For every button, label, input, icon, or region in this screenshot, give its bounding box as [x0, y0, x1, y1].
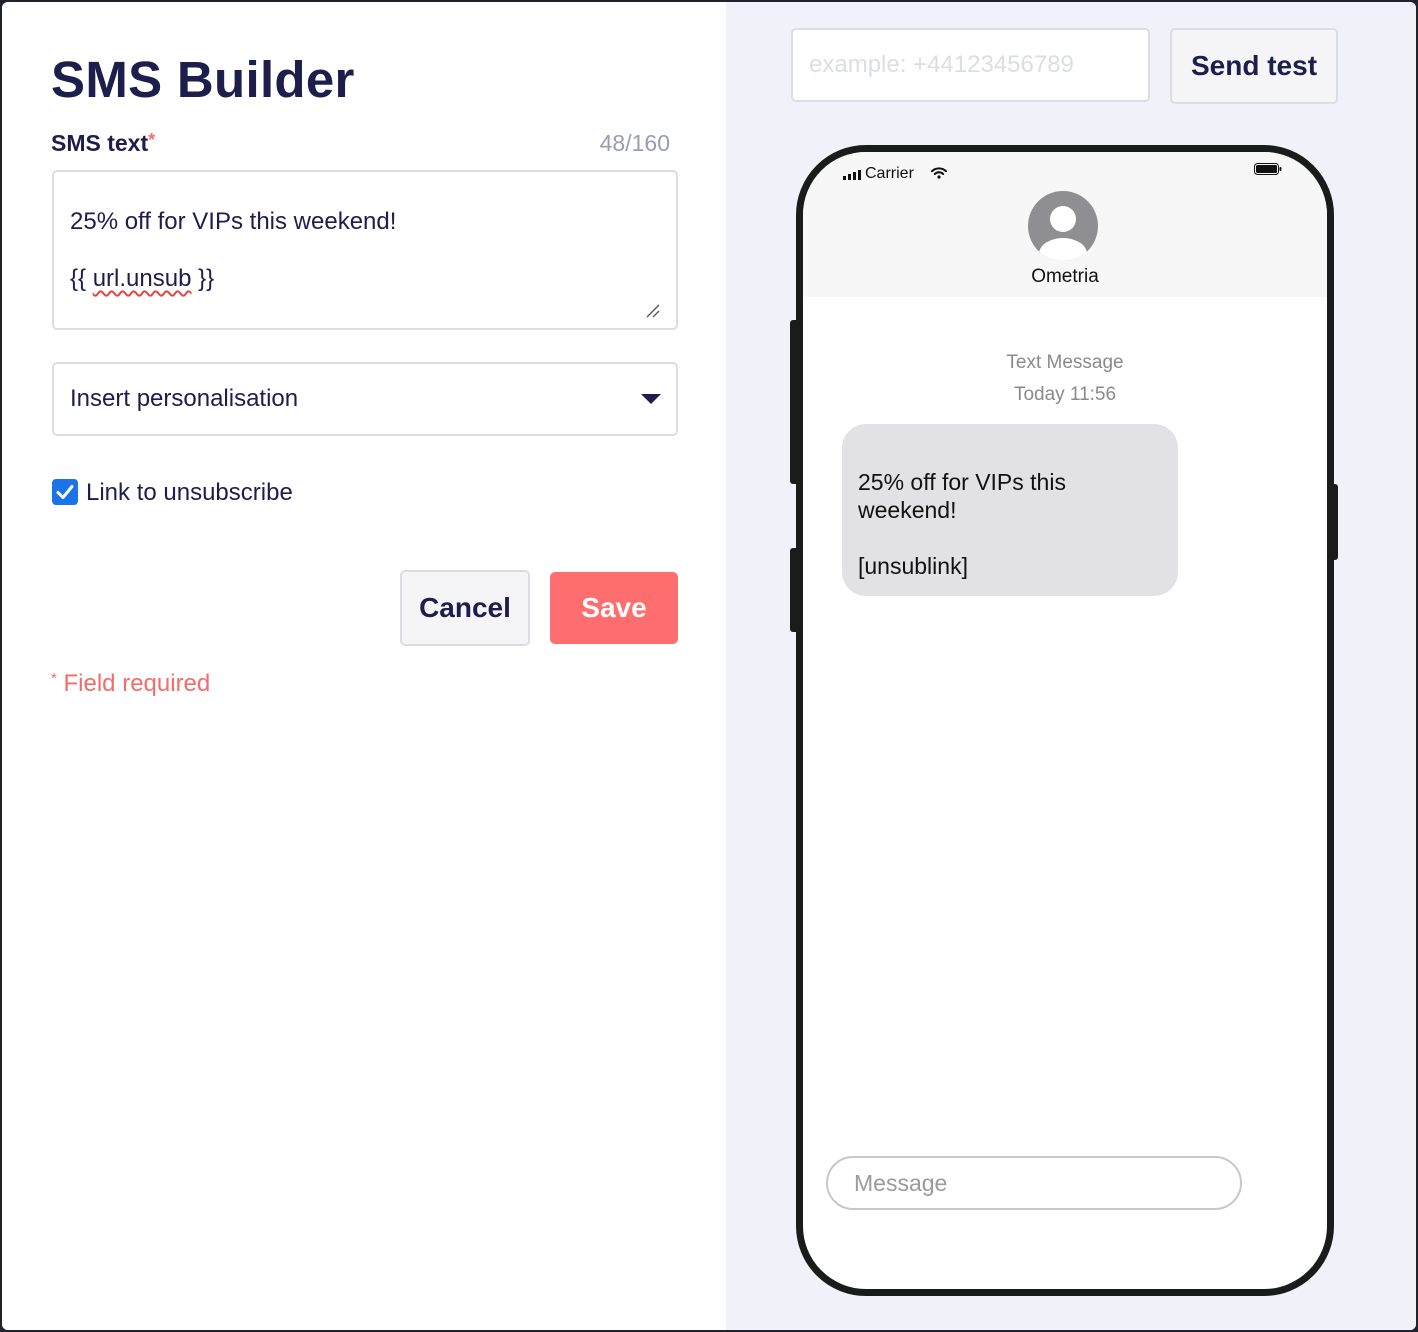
- user-avatar-icon: [1028, 191, 1098, 261]
- sms-text-line-1: 25% off for VIPs this weekend!: [70, 208, 397, 235]
- unsubscribe-checkbox[interactable]: [52, 479, 78, 505]
- sms-text-input[interactable]: 25% off for VIPs this weekend! {{ url.un…: [52, 170, 678, 330]
- page-title: SMS Builder: [51, 51, 355, 108]
- signal-bars-icon: [843, 170, 861, 180]
- phone-preview: Carrier Ometria Text Message Today 11:56…: [796, 145, 1334, 1296]
- message-type-label: Text Message: [1006, 352, 1124, 373]
- carrier-label: Carrier: [865, 165, 914, 182]
- template-token: url.unsub: [92, 265, 192, 292]
- message-timestamp: Today 11:56: [1013, 384, 1117, 405]
- template-close-brace: }}: [191, 265, 215, 292]
- wifi-icon: [931, 167, 947, 179]
- checkmark-icon: [56, 485, 74, 499]
- select-value: Insert personalisation: [70, 385, 299, 412]
- message-input[interactable]: [826, 1156, 1242, 1210]
- phone-header: Carrier Ometria: [803, 152, 1327, 297]
- resize-handle-icon[interactable]: [644, 302, 660, 318]
- field-required-note: * Field required: [51, 670, 210, 698]
- character-counter: 48/160: [599, 130, 670, 156]
- bubble-text-line-1: 25% off for VIPs this weekend!: [858, 469, 1066, 523]
- bubble-text-line-2: [unsublink]: [858, 553, 968, 579]
- cancel-button[interactable]: Cancel: [400, 570, 530, 646]
- test-phone-input[interactable]: [791, 28, 1150, 102]
- sms-text-label: SMS text*: [51, 130, 155, 157]
- builder-panel: SMS Builder SMS text* 48/160 25% off for…: [2, 2, 726, 1330]
- field-required-text: Field required: [56, 670, 211, 697]
- sms-text-line-2: {{ url.unsub }}: [70, 265, 214, 293]
- contact-name: Ometria: [1031, 266, 1099, 287]
- sms-builder-window: SMS Builder SMS text* 48/160 25% off for…: [0, 0, 1418, 1332]
- unsubscribe-checkbox-label[interactable]: Link to unsubscribe: [86, 479, 293, 507]
- required-star: *: [148, 130, 156, 150]
- sms-text-label-text: SMS text: [51, 130, 149, 156]
- message-bubble: 25% off for VIPs this weekend! [unsublin…: [842, 424, 1178, 596]
- battery-icon: [1254, 163, 1282, 175]
- chevron-down-icon: [641, 394, 661, 404]
- save-button[interactable]: Save: [550, 572, 678, 644]
- insert-personalisation-select[interactable]: Insert personalisation: [52, 362, 678, 436]
- template-open-brace: {{: [70, 265, 93, 292]
- send-test-button[interactable]: Send test: [1170, 28, 1338, 104]
